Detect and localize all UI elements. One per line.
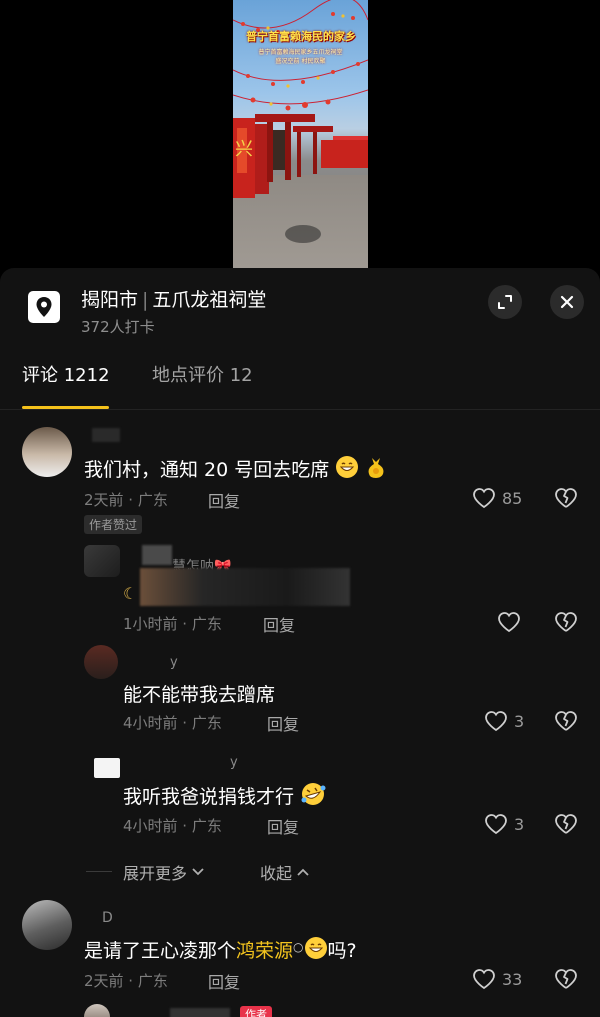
heart-icon — [485, 711, 507, 732]
avatar[interactable] — [84, 545, 120, 577]
comment-text: 我听我爸说捐钱才行 — [123, 782, 326, 811]
location-title[interactable]: 揭阳市 | 五爪龙祖祠堂 — [81, 285, 266, 312]
broken-heart-icon — [555, 711, 577, 731]
broken-heart-icon — [555, 814, 577, 834]
like-count: 33 — [502, 969, 523, 989]
like-button[interactable]: 33 — [472, 968, 522, 990]
close-button[interactable] — [550, 285, 584, 319]
grinning-emoji-icon — [304, 936, 328, 965]
location-place: 五爪龙祖祠堂 — [152, 289, 267, 311]
comment-text-body: 我们村，通知 20 号回去吃席 — [84, 459, 330, 481]
broken-heart-icon — [555, 488, 577, 508]
comment-text: 是请了王心凌那个鸿荣源○ 吗? — [84, 936, 357, 965]
search-link[interactable]: 鸿荣源 — [236, 940, 293, 962]
author-badge: 作者 — [240, 1006, 272, 1017]
expand-button[interactable] — [488, 285, 522, 319]
video-shadow — [285, 225, 321, 243]
avatar[interactable] — [22, 427, 72, 477]
heart-icon — [485, 814, 507, 835]
ancestral-gate-image: 兴 — [233, 114, 368, 198]
dislike-button[interactable] — [554, 487, 578, 513]
reply-button[interactable]: 回复 — [208, 488, 240, 512]
location-city: 揭阳市 — [81, 289, 139, 311]
reply-username[interactable]: y — [170, 655, 178, 670]
grinning-emoji-icon — [335, 455, 359, 484]
avatar[interactable] — [94, 758, 120, 778]
video-title: 普宁首富赖海民的家乡 — [246, 30, 356, 43]
comment-meta: 1小时前 · 广东 — [123, 615, 222, 633]
dislike-button[interactable] — [554, 813, 578, 839]
video-subtitle-line: 普宁首富赖海民家乡五爪龙祠堂 — [258, 49, 343, 56]
dislike-button[interactable] — [554, 968, 578, 994]
video-area[interactable]: 普宁首富赖海民的家乡 普宁首富赖海民家乡五爪龙祠堂 盛况空前 村民欢聚 兴 — [0, 0, 600, 270]
heart-icon — [498, 612, 520, 633]
comment-meta: 2天前 · 广东 — [84, 491, 168, 509]
tab-comments[interactable]: 评论 1212 — [22, 361, 110, 387]
comment-meta: 4小时前 · 广东 — [123, 714, 222, 732]
svg-text:兴: 兴 — [235, 139, 253, 160]
username-blurred[interactable] — [92, 428, 120, 442]
reply-button[interactable]: 回复 — [263, 612, 295, 636]
comment-text-body: 是请了王心凌那个 — [84, 940, 237, 962]
chevron-down-icon — [192, 868, 204, 876]
broken-heart-icon — [555, 612, 577, 632]
like-button[interactable]: 85 — [472, 487, 522, 509]
reply-button[interactable]: 回复 — [208, 969, 240, 993]
like-button[interactable]: 3 — [484, 813, 524, 835]
moon-icon: ☾ — [123, 584, 138, 603]
like-count: 85 — [502, 488, 523, 508]
avatar[interactable] — [22, 900, 72, 950]
like-button[interactable] — [497, 611, 521, 633]
username-blurred[interactable] — [142, 545, 172, 565]
broken-heart-icon — [555, 969, 577, 989]
heart-icon — [473, 969, 495, 990]
like-button[interactable]: 3 — [484, 710, 524, 732]
comment-text: 我们村，通知 20 号回去吃席 — [84, 455, 387, 484]
video-subtitle: 普宁首富赖海民家乡五爪龙祠堂 盛况空前 村民欢聚 — [239, 48, 362, 66]
author-liked-badge: 作者赞过 — [84, 515, 143, 534]
location-pin-icon — [28, 291, 60, 323]
reply-button[interactable]: 回复 — [267, 711, 299, 735]
blurred-content — [140, 568, 350, 606]
search-icon: ○ — [293, 940, 304, 954]
comment-text-body: 我听我爸说捐钱才行 — [123, 786, 295, 808]
tab-place-reviews[interactable]: 地点评价 12 — [152, 361, 253, 387]
expand-icon — [498, 295, 512, 309]
collapse-label: 收起 — [260, 864, 293, 883]
expand-more-button[interactable]: 展开更多 — [123, 860, 205, 884]
comment-meta: 2天前 · 广东 — [84, 972, 168, 990]
title-separator: | — [142, 289, 149, 311]
tab-divider — [0, 409, 600, 410]
close-icon — [560, 295, 574, 309]
reply-username[interactable]: y — [230, 755, 238, 770]
rofl-emoji-icon — [300, 782, 326, 811]
money-bag-emoji-icon — [365, 455, 387, 484]
chevron-up-icon — [297, 868, 309, 876]
like-count: 3 — [514, 711, 525, 731]
like-count: 3 — [514, 814, 525, 834]
dislike-button[interactable] — [554, 710, 578, 736]
avatar[interactable] — [84, 645, 118, 679]
collapse-button[interactable]: 收起 — [260, 860, 310, 884]
dislike-button[interactable] — [554, 611, 578, 637]
checkin-count: 372人打卡 — [81, 318, 155, 336]
comment-meta: 4小时前 · 广东 — [123, 817, 222, 835]
reply-button[interactable]: 回复 — [267, 814, 299, 838]
comment-text-suffix: 吗? — [327, 940, 357, 962]
video-thumbnail[interactable]: 普宁首富赖海民的家乡 普宁首富赖海民家乡五爪龙祠堂 盛况空前 村民欢聚 兴 — [233, 0, 368, 268]
comment-text: 能不能带我去蹭席 — [123, 684, 276, 706]
video-subtitle-line: 盛况空前 村民欢聚 — [275, 58, 326, 65]
heart-icon — [473, 488, 495, 509]
expand-more-label: 展开更多 — [123, 864, 188, 883]
comment-username[interactable]: D — [102, 910, 113, 926]
thread-line — [86, 871, 112, 872]
username-blurred[interactable] — [170, 1008, 230, 1017]
